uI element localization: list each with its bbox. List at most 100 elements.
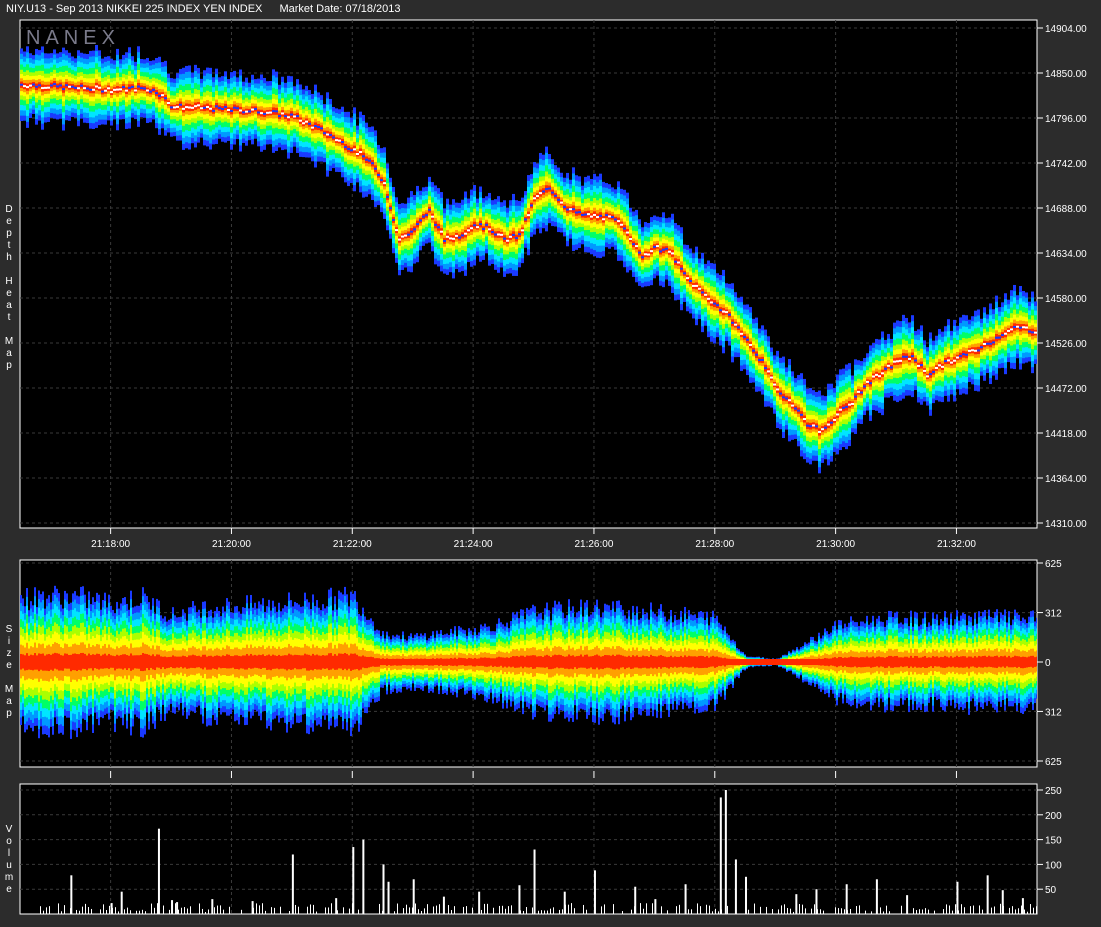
size-center-cell	[232, 659, 234, 665]
size-center-cell	[182, 659, 184, 665]
depth-mid-cell	[539, 192, 542, 195]
size-center-cell	[110, 659, 112, 665]
size-center-cell	[174, 659, 176, 665]
size-center-cell	[30, 659, 32, 665]
depth-mid-cell	[257, 111, 260, 114]
size-center-cell	[24, 659, 26, 665]
depth-mid-cell	[983, 343, 986, 346]
size-center-cell	[38, 659, 40, 665]
depth-mid-cell	[527, 214, 530, 217]
depth-mid-cell	[227, 108, 230, 111]
size-center-cell	[136, 659, 138, 665]
depth-mid-cell	[428, 208, 431, 211]
size-center-cell	[132, 659, 134, 665]
depth-mid-cell	[74, 86, 77, 89]
size-center-cell	[414, 659, 416, 665]
depth-mid-cell	[101, 90, 104, 93]
depth-mid-cell	[212, 109, 215, 112]
depth-mid-cell	[590, 215, 593, 218]
size-center-cell	[104, 659, 106, 665]
size-center-cell	[282, 659, 284, 665]
depth-mid-cell	[557, 198, 560, 201]
depth-mid-cell	[884, 367, 887, 370]
size-center-cell	[208, 659, 210, 665]
size-center-cell	[284, 659, 286, 665]
depth-mid-cell	[302, 122, 305, 125]
size-center-cell	[322, 659, 324, 665]
depth-mid-cell	[320, 127, 323, 130]
depth-mid-cell	[848, 403, 851, 406]
depth-mid-cell	[824, 426, 827, 429]
depth-mid-cell	[197, 104, 200, 107]
depth-mid-cell	[515, 237, 518, 240]
depth-mid-cell	[29, 84, 32, 87]
depth-mid-cell	[44, 86, 47, 89]
size-center-cell	[330, 659, 332, 665]
size-center-cell	[124, 659, 126, 665]
size-center-cell	[52, 659, 54, 665]
size-center-cell	[120, 659, 122, 665]
size-center-cell	[62, 659, 64, 665]
depth-mid-cell	[707, 297, 710, 300]
size-center-cell	[338, 659, 340, 665]
depth-mid-cell	[797, 409, 800, 412]
depth-mid-cell	[578, 211, 581, 214]
size-center-cell	[22, 659, 24, 665]
depth-mid-cell	[473, 224, 476, 227]
depth-mid-cell	[998, 336, 1001, 339]
depth-mid-cell	[176, 105, 179, 108]
depth-mid-cell	[614, 218, 617, 221]
depth-mid-cell	[875, 373, 878, 376]
depth-mid-cell	[605, 214, 608, 217]
depth-mid-cell	[482, 228, 485, 231]
depth-mid-cell	[905, 355, 908, 358]
depth-mid-cell	[518, 233, 521, 236]
size-center-cell	[214, 659, 216, 665]
size-center-cell	[50, 659, 52, 665]
depth-mid-cell	[392, 218, 395, 221]
price-tick-label: 14580.00	[1045, 294, 1087, 305]
depth-mid-cell	[929, 373, 932, 376]
size-center-cell	[34, 659, 36, 665]
depth-mid-cell	[572, 208, 575, 211]
size-center-cell	[166, 659, 168, 665]
depth-mid-cell	[746, 338, 749, 341]
depth-mid-cell	[287, 116, 290, 119]
size-center-cell	[138, 659, 140, 665]
depth-mid-cell	[416, 223, 419, 226]
time-tick-label: 21:30:00	[816, 539, 855, 550]
size-center-cell	[264, 659, 266, 665]
size-center-cell	[262, 659, 264, 665]
depth-mid-cell	[443, 239, 446, 242]
depth-mid-cell	[854, 395, 857, 398]
size-center-cell	[354, 659, 356, 665]
depth-mid-cell	[803, 418, 806, 421]
depth-mid-cell	[1031, 331, 1034, 334]
depth-mid-cell	[692, 284, 695, 287]
depth-mid-cell	[449, 237, 452, 240]
depth-mid-cell	[464, 232, 467, 235]
size-center-cell	[228, 659, 230, 665]
depth-mid-cell	[152, 88, 155, 91]
size-center-cell	[280, 659, 282, 665]
size-center-cell	[314, 659, 316, 665]
depth-mid-cell	[944, 360, 947, 363]
depth-mid-cell	[71, 85, 74, 88]
depth-mid-cell	[878, 375, 881, 378]
size-center-cell	[376, 659, 378, 665]
size-center-cell	[278, 659, 280, 665]
nanex-logo: NANEX	[26, 27, 120, 49]
depth-mid-cell	[611, 216, 614, 219]
depth-mid-cell	[725, 311, 728, 314]
depth-mid-cell	[98, 86, 101, 89]
depth-mid-cell	[332, 136, 335, 139]
size-center-cell	[150, 659, 152, 665]
depth-mid-cell	[368, 159, 371, 162]
depth-mid-cell	[119, 88, 122, 91]
size-center-cell	[260, 659, 262, 665]
depth-mid-cell	[1034, 331, 1037, 334]
size-center-cell	[86, 659, 88, 665]
price-tick-label: 14472.00	[1045, 384, 1087, 395]
size-center-cell	[234, 659, 236, 665]
depth-mid-cell	[857, 390, 860, 393]
